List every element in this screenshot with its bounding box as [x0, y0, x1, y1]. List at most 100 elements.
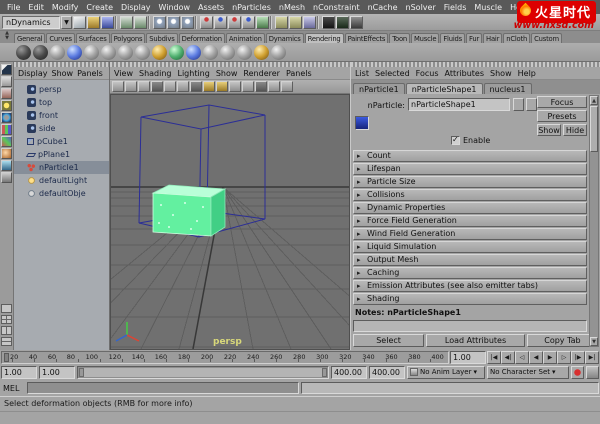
command-line-results[interactable] — [301, 382, 599, 394]
attribute-editor-tab[interactable]: nParticleShape1 — [405, 83, 483, 94]
universal-manipulator-icon[interactable] — [1, 136, 12, 147]
attribute-editor-menu-item[interactable]: Attributes — [445, 69, 485, 78]
show-button[interactable]: Show — [537, 124, 561, 136]
shaded-mode-icon[interactable] — [190, 81, 202, 92]
phong-e-material-icon[interactable] — [135, 44, 150, 60]
resolution-gate-icon[interactable] — [255, 81, 267, 92]
hide-button[interactable]: Hide — [563, 124, 587, 136]
shelf-tab[interactable]: Dynamics — [265, 33, 304, 43]
attribute-editor-menu-item[interactable]: Show — [490, 69, 512, 78]
snap-to-point-icon[interactable] — [228, 15, 241, 29]
shelf-tab[interactable]: Muscle — [411, 33, 440, 43]
viewport-menu-item[interactable]: Lighting — [177, 69, 209, 78]
group-separator[interactable] — [115, 15, 119, 29]
phong-material-icon[interactable] — [118, 44, 133, 60]
nparticle-cube[interactable] — [151, 184, 227, 237]
shelf-tab[interactable]: PaintEffects — [344, 33, 389, 43]
range-slider[interactable] — [77, 365, 329, 379]
render-current-icon[interactable] — [16, 44, 31, 60]
shelf-tab[interactable]: General — [14, 33, 46, 43]
enable-checkbox[interactable] — [451, 135, 460, 145]
menu-item[interactable]: nConstraint — [309, 3, 364, 12]
wireframe-mode-icon[interactable] — [177, 81, 189, 92]
select-tool-icon[interactable] — [1, 64, 12, 75]
menu-item[interactable]: Modify — [48, 3, 83, 12]
bookmarks-icon[interactable] — [138, 81, 150, 92]
shelf-tab[interactable]: Toon — [389, 33, 411, 43]
shelf-tab[interactable]: Curves — [46, 33, 75, 43]
env-ball-icon[interactable] — [254, 44, 269, 60]
playback-end-field[interactable] — [331, 365, 367, 379]
input-connections-icon[interactable] — [275, 15, 288, 29]
menu-item[interactable]: nSolver — [402, 3, 440, 12]
lasso-tool-icon[interactable] — [1, 76, 12, 87]
outliner-item[interactable]: side — [14, 122, 109, 135]
range-end-handle[interactable] — [322, 367, 327, 377]
animation-start-field[interactable] — [1, 365, 37, 379]
viewport-menu-item[interactable]: Panels — [286, 69, 312, 78]
scroll-down-icon[interactable] — [590, 337, 598, 346]
two-d-pan-zoom-icon[interactable] — [164, 81, 176, 92]
play-backwards-button[interactable]: ◀ — [529, 350, 543, 364]
surface-shader-icon[interactable] — [220, 44, 235, 60]
shelf-tab[interactable]: Animation — [225, 33, 265, 43]
auto-keyframe-button[interactable] — [571, 365, 584, 379]
new-scene-icon[interactable] — [73, 15, 86, 29]
soft-modification-icon[interactable] — [1, 148, 12, 159]
go-to-playback-start-button[interactable]: |◀ — [487, 350, 501, 364]
group-separator[interactable] — [317, 15, 321, 29]
group-separator[interactable] — [270, 15, 274, 29]
menu-item[interactable]: Fields — [440, 3, 471, 12]
shelf-tab[interactable]: Rendering — [304, 33, 344, 43]
notes-text-area[interactable] — [353, 320, 587, 332]
current-time-field[interactable] — [450, 350, 486, 364]
camera-attributes-icon[interactable] — [125, 81, 137, 92]
pin-node-button[interactable] — [526, 98, 537, 111]
menu-set-dropdown[interactable]: nDynamics — [2, 15, 60, 29]
attribute-section-header[interactable]: Output Mesh — [353, 254, 587, 266]
layout-four-pane-button[interactable] — [1, 315, 12, 324]
image-plane-icon[interactable] — [151, 81, 163, 92]
group-separator[interactable] — [195, 15, 199, 29]
attribute-editor-menu-item[interactable]: Focus — [416, 69, 439, 78]
shading-map-icon[interactable] — [203, 44, 218, 60]
time-slider[interactable]: 20 40 60 80 100 120 140 160 180 200 220 240 260 280 30… — [1, 350, 449, 364]
render-current-frame-icon[interactable] — [322, 15, 335, 29]
step-forward-frame-button[interactable]: |▶ — [571, 350, 585, 364]
command-line-input[interactable] — [27, 382, 299, 394]
playback-start-field[interactable] — [39, 365, 75, 379]
outliner-item[interactable]: nParticle1 — [14, 161, 109, 174]
attribute-section-header[interactable]: Emission Attributes (see also emitter ta… — [353, 280, 587, 292]
shelf-tab[interactable]: nCloth — [503, 33, 531, 43]
layout-two-pane-side-button[interactable] — [1, 326, 12, 335]
open-scene-icon[interactable] — [87, 15, 100, 29]
animation-end-field[interactable] — [369, 365, 405, 379]
blinn-material-icon[interactable] — [101, 44, 116, 60]
paint-select-tool-icon[interactable] — [1, 88, 12, 99]
output-connections-icon[interactable] — [289, 15, 302, 29]
node-name-field[interactable] — [408, 98, 510, 111]
menu-item[interactable]: Assets — [194, 3, 228, 12]
grid-toggle-icon[interactable] — [112, 81, 124, 92]
range-start-handle[interactable] — [79, 367, 84, 377]
save-scene-icon[interactable] — [101, 15, 114, 29]
attribute-section-header[interactable]: Count — [353, 150, 587, 162]
field-chart-icon[interactable] — [242, 81, 254, 92]
render-settings-icon[interactable] — [350, 15, 363, 29]
render-settings-icon[interactable] — [50, 44, 65, 60]
outliner-menu-item[interactable]: Display — [18, 69, 48, 78]
attribute-editor-tab[interactable]: nParticle1 — [353, 83, 405, 94]
undo-icon[interactable] — [120, 15, 133, 29]
displacement-icon[interactable] — [271, 44, 286, 60]
ipr-render-icon[interactable] — [33, 44, 48, 60]
attribute-section-header[interactable]: Force Field Generation — [353, 215, 587, 227]
safe-title-icon[interactable] — [281, 81, 293, 92]
viewport-menu-item[interactable]: View — [114, 69, 133, 78]
outliner-item[interactable]: defaultObje — [14, 187, 109, 200]
layout-single-pane-button[interactable] — [1, 304, 12, 313]
lighting-mode-icon[interactable] — [216, 81, 228, 92]
attribute-section-header[interactable]: Liquid Simulation — [353, 241, 587, 253]
attribute-editor-scrollbar[interactable] — [589, 95, 599, 347]
scrollbar-thumb[interactable] — [590, 106, 598, 152]
menu-set-dropdown-arrow-icon[interactable]: ▼ — [61, 15, 72, 29]
